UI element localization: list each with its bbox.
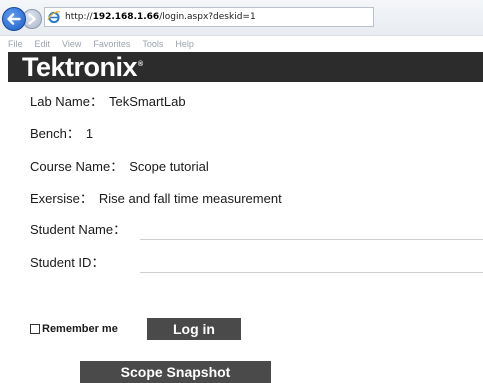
bench-value: 1	[85, 126, 94, 141]
logo-text: Tektronix	[22, 51, 138, 82]
lab-name-label: Lab Name	[30, 94, 90, 109]
student-id-colon: ：	[91, 255, 105, 270]
menu-edit[interactable]: Edit	[35, 39, 51, 49]
student-name-colon: ：	[113, 222, 127, 237]
student-id-label: Student ID：	[30, 252, 104, 271]
menu-view[interactable]: View	[62, 39, 81, 49]
scope-snapshot-button[interactable]: Scope Snapshot	[80, 361, 271, 383]
student-name-label-text: Student Name	[30, 222, 114, 237]
student-name-row: Student Name：	[30, 219, 483, 241]
lab-name-colon: ：	[89, 94, 103, 109]
course-name-row: Course Name： Scope tutorial	[30, 156, 209, 175]
login-button[interactable]: Log in	[147, 318, 241, 340]
remember-me[interactable]: Remember me	[30, 322, 118, 336]
bench-colon: ：	[66, 126, 80, 141]
course-name-colon: ：	[110, 159, 124, 174]
exercise-label: Exersise	[30, 191, 80, 206]
course-name-value: Scope tutorial	[129, 159, 209, 174]
course-name-label: Course Name	[30, 159, 111, 174]
back-button[interactable]	[2, 7, 26, 31]
student-name-input[interactable]	[140, 220, 483, 240]
exercise-value: Rise and fall time measurement	[98, 191, 282, 206]
remember-me-label: Remember me	[42, 323, 118, 335]
page: http://192.168.1.66/login.aspx?deskid=1 …	[0, 0, 483, 383]
internet-explorer-icon	[47, 11, 61, 24]
menu-help[interactable]: Help	[175, 39, 194, 49]
menu-file[interactable]: File	[8, 39, 23, 49]
url-host: 192.168.1.66	[92, 12, 160, 22]
browser-toolbar: http://192.168.1.66/login.aspx?deskid=1	[0, 0, 483, 36]
lab-name-row: Lab Name： TekSmartLab	[30, 91, 186, 110]
exercise-colon: ：	[79, 191, 93, 206]
menu-tools[interactable]: Tools	[142, 39, 163, 49]
menu-bar: File Edit View Favorites Tools Help	[0, 38, 483, 50]
exercise-row: Exersise： Rise and fall time measurement	[30, 188, 282, 207]
student-id-row: Student ID：	[30, 252, 483, 274]
back-arrow-icon	[7, 13, 21, 25]
url-path: /login.aspx?deskid=1	[159, 12, 256, 22]
address-bar[interactable]: http://192.168.1.66/login.aspx?deskid=1	[44, 7, 374, 27]
menu-favorites[interactable]: Favorites	[93, 39, 130, 49]
bench-label: Bench	[30, 126, 67, 141]
address-url: http://192.168.1.66/login.aspx?deskid=1	[65, 12, 256, 22]
student-id-label-text: Student ID	[30, 255, 92, 270]
student-id-input[interactable]	[140, 253, 483, 273]
url-prefix: http://	[65, 12, 93, 22]
registered-mark: ®	[138, 60, 143, 68]
tektronix-logo: Tektronix®	[22, 51, 143, 82]
brand-header: Tektronix®	[8, 52, 483, 82]
lab-name-value: TekSmartLab	[109, 94, 186, 109]
remember-me-checkbox[interactable]	[30, 324, 40, 334]
bench-row: Bench： 1	[30, 123, 93, 142]
student-name-label: Student Name：	[30, 219, 126, 238]
